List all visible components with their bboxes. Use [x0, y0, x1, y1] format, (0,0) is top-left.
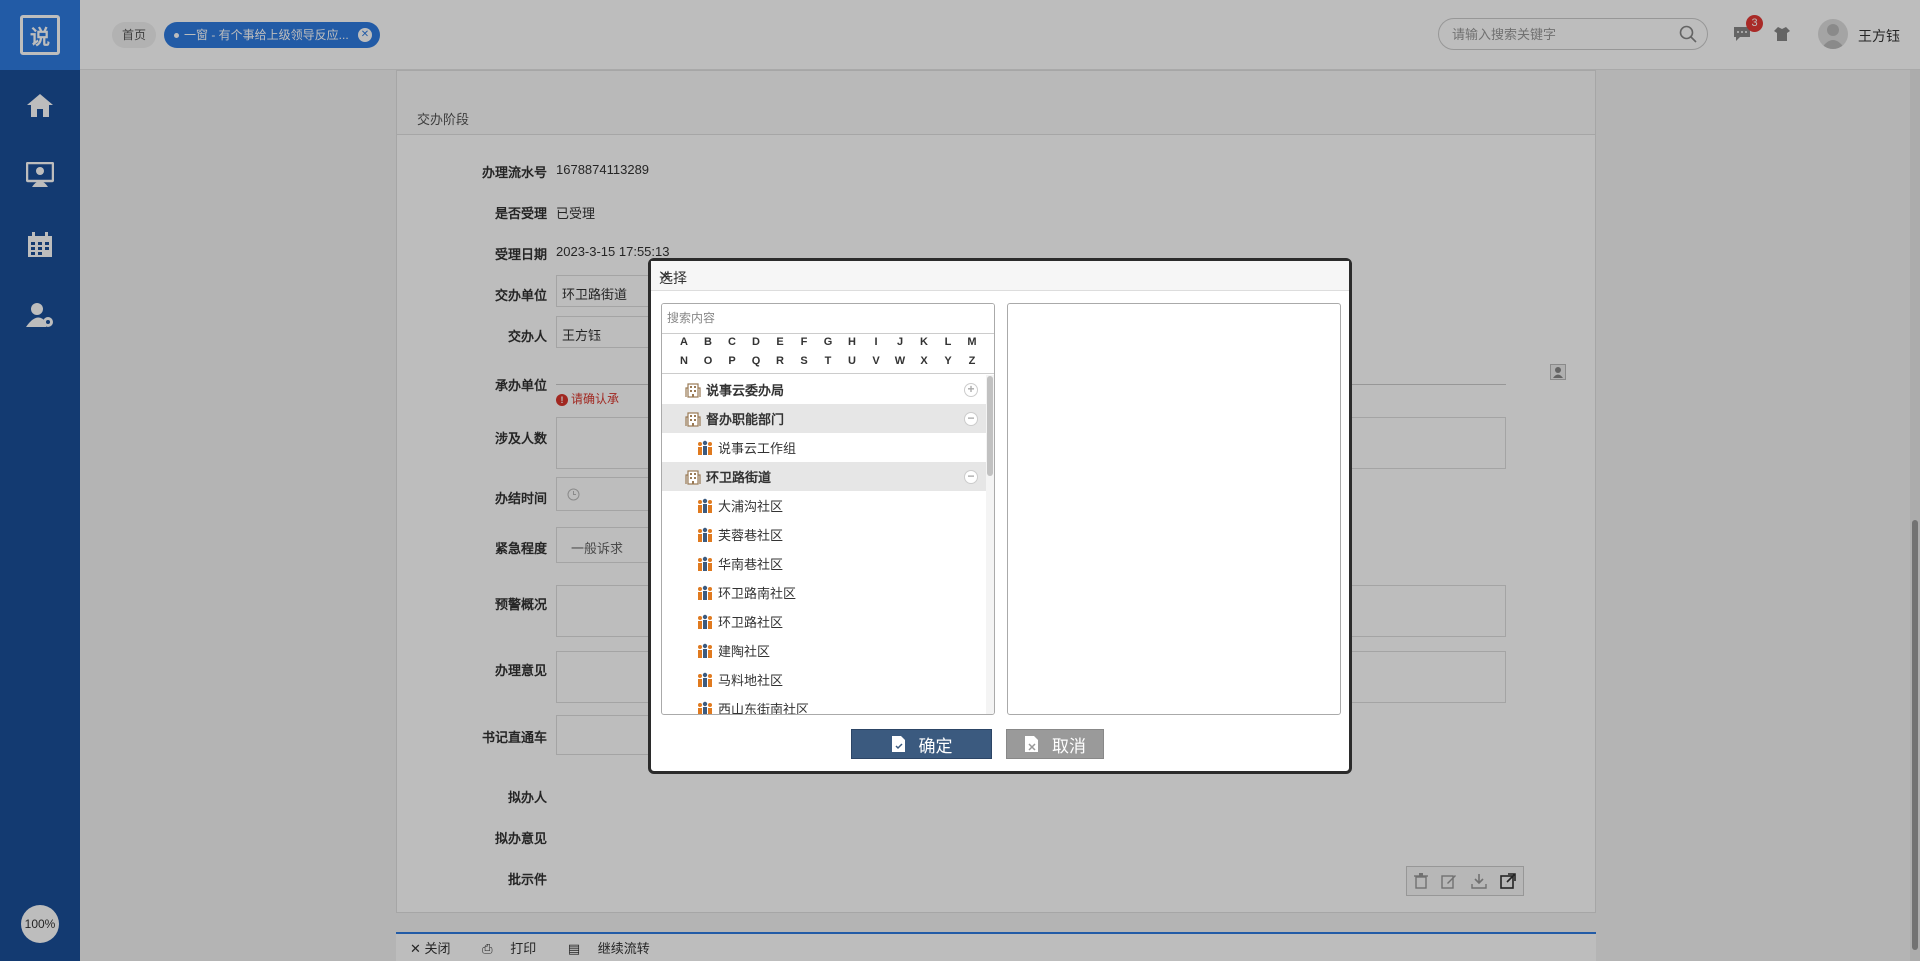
people-group-icon	[696, 527, 714, 543]
tree-node-label: 环卫路社区	[718, 615, 784, 630]
tree-node-label: 建陶社区	[718, 644, 771, 659]
dialog-close-icon[interactable]: ✕	[659, 268, 1341, 285]
tree-node-label: 西山东街南社区	[718, 702, 810, 715]
letter-o[interactable]: O	[696, 355, 720, 374]
expand-icon[interactable]: +	[964, 383, 978, 397]
tree-node-label: 说事云委办局	[706, 383, 785, 398]
tree-item[interactable]: 建陶社区	[662, 636, 986, 665]
letter-j[interactable]: J	[888, 336, 912, 355]
confirm-label: 确定	[918, 736, 953, 756]
letter-u[interactable]: U	[840, 355, 864, 374]
tree-item[interactable]: 西山东街南社区	[662, 694, 986, 715]
people-group-icon	[696, 440, 714, 456]
letter-s[interactable]: S	[792, 355, 816, 374]
letter-h[interactable]: H	[840, 336, 864, 355]
tree-item[interactable]: 马料地社区	[662, 665, 986, 694]
letter-x[interactable]: X	[912, 355, 936, 374]
letter-w[interactable]: W	[888, 355, 912, 374]
tree-scroll-thumb[interactable]	[987, 376, 993, 476]
tree-node-label: 环卫路南社区	[718, 586, 797, 601]
tree-item[interactable]: 说事云工作组	[662, 433, 986, 462]
tree-group[interactable]: 督办职能部门 −	[662, 404, 986, 433]
letter-r[interactable]: R	[768, 355, 792, 374]
tree-node-label: 说事云工作组	[718, 441, 797, 456]
cancel-label: 取消	[1052, 736, 1086, 756]
letter-e[interactable]: E	[768, 336, 792, 355]
letter-l[interactable]: L	[936, 336, 960, 355]
letter-y[interactable]: Y	[936, 355, 960, 374]
tree-group[interactable]: 环卫路街道 −	[662, 462, 986, 491]
letter-z[interactable]: Z	[960, 355, 984, 374]
tree-item[interactable]: 华南巷社区	[662, 549, 986, 578]
alphabet-row-1: ABCDEFGHIJKLM	[672, 336, 994, 355]
doc-cancel-icon	[1024, 735, 1040, 753]
tree-item[interactable]: 芙蓉巷社区	[662, 520, 986, 549]
candidate-pane: ABCDEFGHIJKLM NOPQRSTUVWXYZ 说事云委办局 + 督办职能部…	[661, 303, 995, 715]
letter-v[interactable]: V	[864, 355, 888, 374]
cancel-button[interactable]: 取消	[1006, 729, 1104, 759]
building-icon	[684, 411, 702, 427]
people-group-icon	[696, 585, 714, 601]
tree-node-label: 马料地社区	[718, 673, 784, 688]
letter-f[interactable]: F	[792, 336, 816, 355]
collapse-icon[interactable]: −	[964, 412, 978, 426]
building-icon	[684, 469, 702, 485]
letter-g[interactable]: G	[816, 336, 840, 355]
tree-node-label: 华南巷社区	[718, 557, 784, 572]
tree-item[interactable]: 环卫路南社区	[662, 578, 986, 607]
letter-i[interactable]: I	[864, 336, 888, 355]
selected-pane[interactable]	[1007, 303, 1341, 715]
tree-node-label: 环卫路街道	[706, 470, 772, 485]
people-group-icon	[696, 498, 714, 514]
letter-k[interactable]: K	[912, 336, 936, 355]
tree-item[interactable]: 大浦沟社区	[662, 491, 986, 520]
tree-item[interactable]: 环卫路社区	[662, 607, 986, 636]
tree-group[interactable]: 说事云委办局 +	[662, 375, 986, 404]
letter-a[interactable]: A	[672, 336, 696, 355]
letter-p[interactable]: P	[720, 355, 744, 374]
dialog-search-input[interactable]	[662, 304, 994, 332]
tree-node-label: 大浦沟社区	[718, 499, 784, 514]
letter-n[interactable]: N	[672, 355, 696, 374]
confirm-button[interactable]: 确定	[851, 729, 992, 759]
select-dialog: 选择 ✕ ABCDEFGHIJKLM NOPQRSTUVWXYZ 说事云委办局 +…	[648, 258, 1352, 774]
doc-check-icon	[891, 735, 907, 753]
letter-q[interactable]: Q	[744, 355, 768, 374]
alphabet-row-2: NOPQRSTUVWXYZ	[672, 355, 994, 374]
letter-c[interactable]: C	[720, 336, 744, 355]
people-group-icon	[696, 643, 714, 659]
people-group-icon	[696, 701, 714, 714]
letter-t[interactable]: T	[816, 355, 840, 374]
pane-search	[662, 304, 994, 334]
building-icon	[684, 382, 702, 398]
tree-node-label: 督办职能部门	[706, 412, 785, 427]
letter-d[interactable]: D	[744, 336, 768, 355]
org-tree: 说事云委办局 + 督办职能部门 − 说事云工作组环卫路街道 − 大浦沟社区芙蓉巷社区华南巷社…	[662, 375, 986, 715]
letter-b[interactable]: B	[696, 336, 720, 355]
alphabet-index: ABCDEFGHIJKLM NOPQRSTUVWXYZ	[662, 334, 994, 374]
collapse-icon[interactable]: −	[964, 470, 978, 484]
people-group-icon	[696, 556, 714, 572]
letter-m[interactable]: M	[960, 336, 984, 355]
people-group-icon	[696, 672, 714, 688]
people-group-icon	[696, 614, 714, 630]
dialog-titlebar: 选择 ✕	[651, 261, 1349, 291]
tree-node-label: 芙蓉巷社区	[718, 528, 784, 543]
